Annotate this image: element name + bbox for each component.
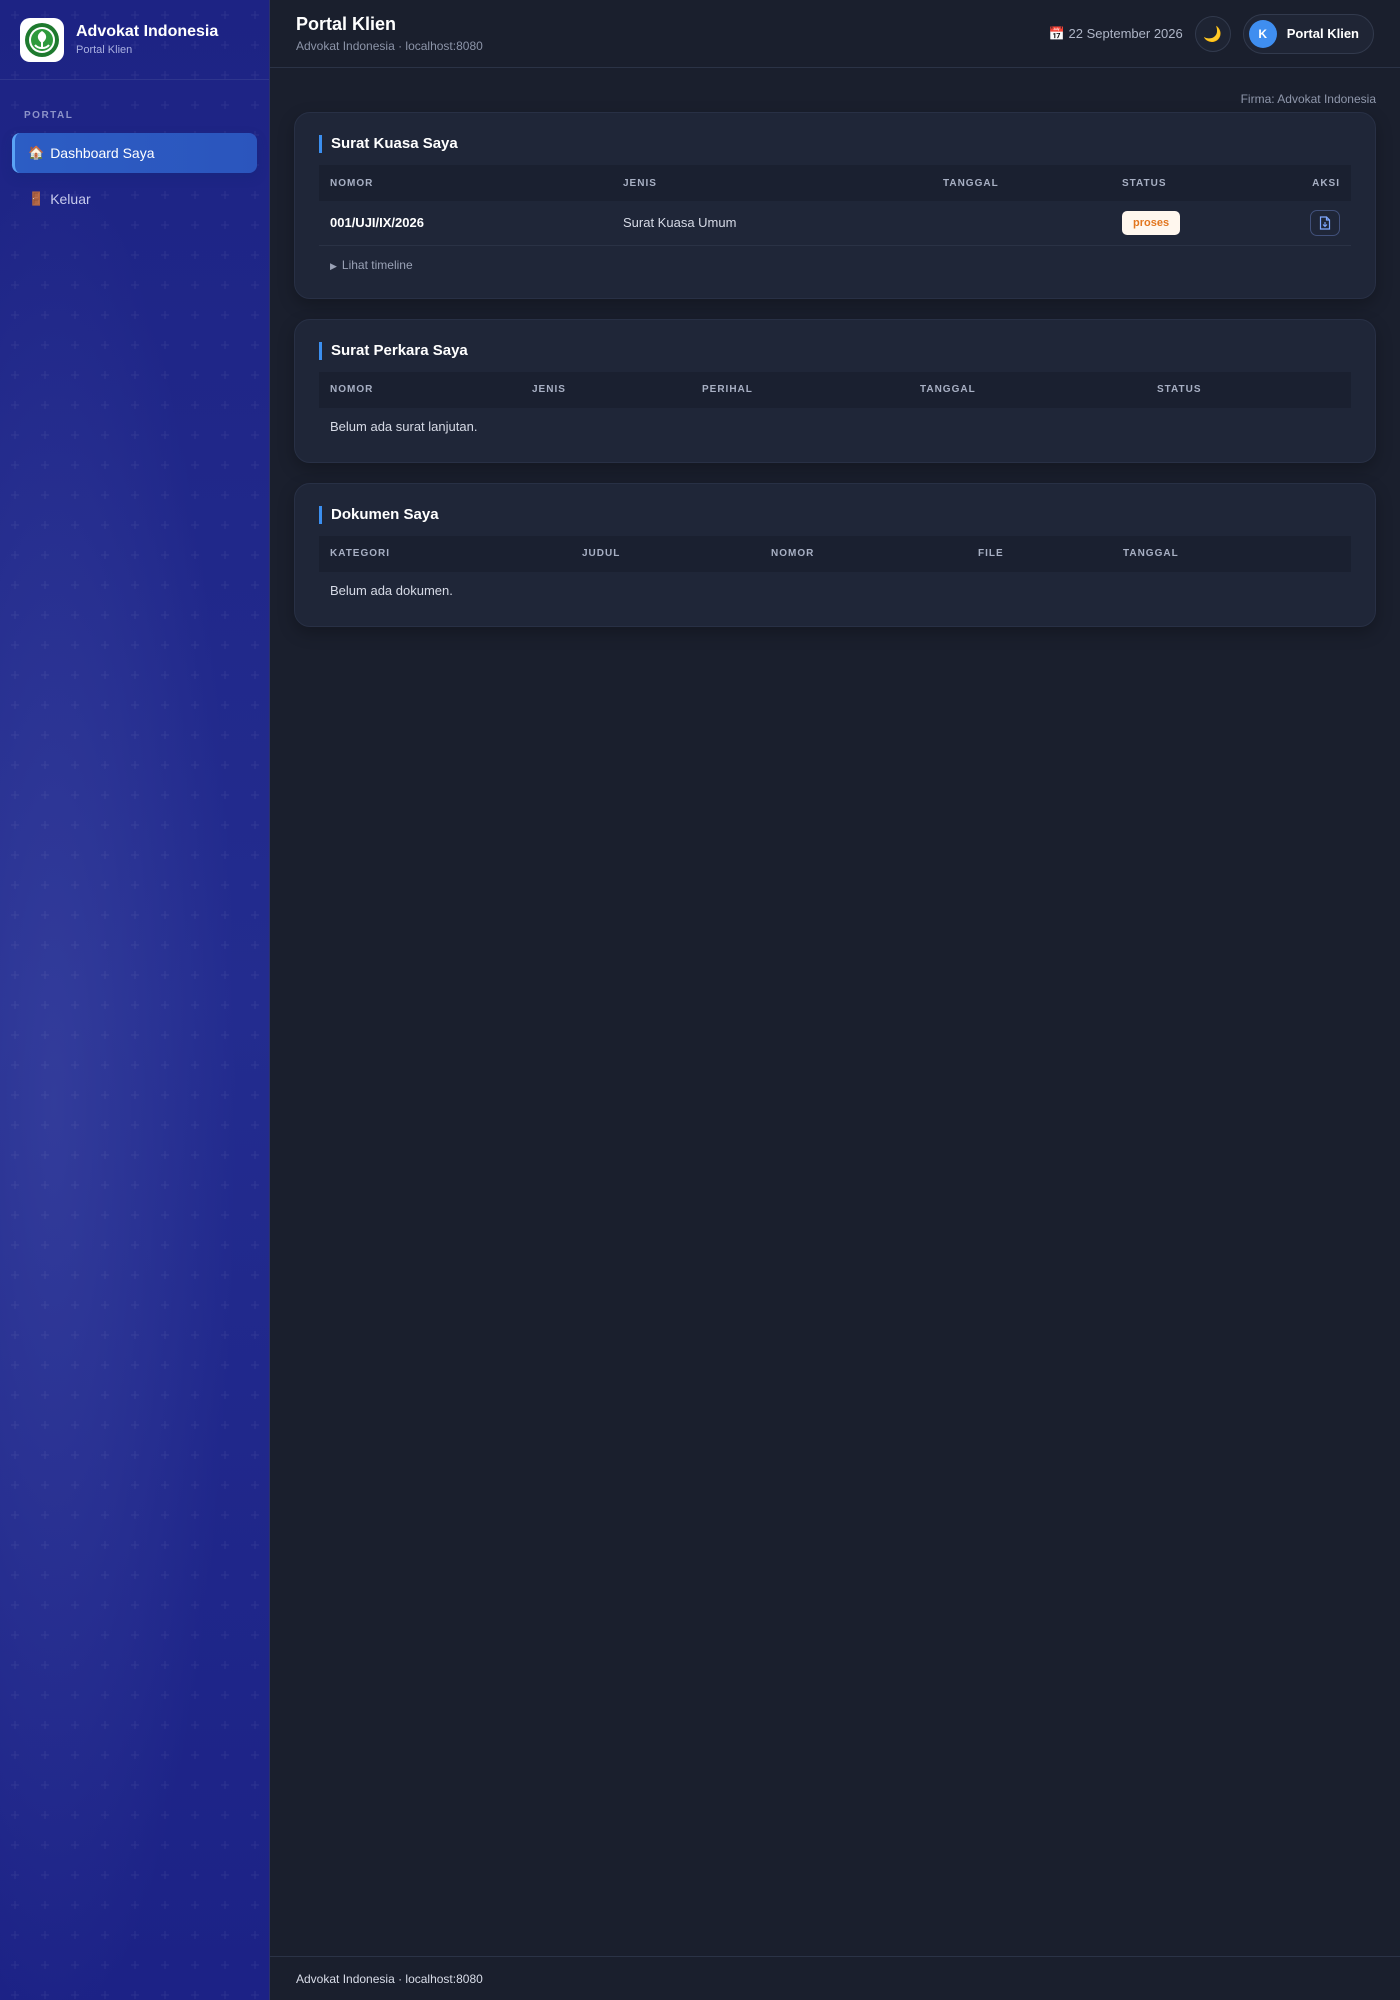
footer-text: Advokat Indonesia · localhost:8080 bbox=[296, 1971, 483, 1986]
section-title: Dokumen Saya bbox=[319, 505, 1351, 524]
calendar-icon: 📅 bbox=[1048, 25, 1065, 41]
column-header: KATEGORI bbox=[319, 535, 571, 572]
page-subtitle: Advokat Indonesia · localhost:8080 bbox=[296, 39, 483, 53]
user-menu-button[interactable]: K Portal Klien bbox=[1242, 13, 1374, 54]
main-content: Portal Klien Advokat Indonesia · localho… bbox=[270, 0, 1400, 2000]
current-date: 📅 22 September 2026 bbox=[1049, 26, 1183, 42]
dokumen-card: Dokumen Saya KATEGORI JUDUL NOMOR FILE T… bbox=[294, 482, 1376, 627]
date-text: 22 September 2026 bbox=[1068, 25, 1183, 41]
sidebar-item-logout[interactable]: 🚪 Keluar bbox=[12, 179, 257, 219]
cell-tanggal bbox=[932, 201, 1111, 246]
column-header: NOMOR bbox=[319, 165, 612, 201]
dokumen-table: KATEGORI JUDUL NOMOR FILE TANGGAL bbox=[319, 535, 1351, 572]
brand-subtitle: Portal Klien bbox=[76, 44, 133, 56]
cell-status: proses bbox=[1111, 201, 1261, 246]
timeline-label: Lihat timeline bbox=[341, 257, 413, 272]
firm-label: Firma: Advokat Indonesia bbox=[1240, 92, 1376, 106]
sidebar-item-label: Keluar bbox=[50, 191, 91, 207]
nav-section-label: PORTAL bbox=[24, 110, 74, 121]
view-document-button[interactable] bbox=[1310, 209, 1340, 236]
section-title: Surat Perkara Saya bbox=[319, 341, 1351, 360]
topbar: Portal Klien Advokat Indonesia · localho… bbox=[270, 0, 1400, 68]
table-header-row: NOMOR JENIS PERIHAL TANGGAL STATUS bbox=[319, 371, 1351, 408]
theme-toggle-button[interactable]: 🌙 bbox=[1194, 15, 1231, 52]
avatar: K bbox=[1248, 19, 1277, 48]
surat-perkara-table: NOMOR JENIS PERIHAL TANGGAL STATUS bbox=[319, 371, 1351, 408]
empty-state: Belum ada surat lanjutan. bbox=[330, 418, 478, 434]
table-header-row: NOMOR JENIS TANGGAL STATUS AKSI bbox=[319, 165, 1351, 201]
column-header: JENIS bbox=[612, 165, 932, 201]
document-icon bbox=[1319, 216, 1331, 230]
sidebar-pattern bbox=[0, 0, 269, 2000]
cell-jenis: Surat Kuasa Umum bbox=[612, 201, 932, 246]
sidebar: Advokat Indonesia Portal Klien PORTAL 🏠 … bbox=[0, 0, 270, 2000]
column-header: TANGGAL bbox=[932, 165, 1111, 201]
column-header: STATUS bbox=[1146, 371, 1351, 408]
status-badge: proses bbox=[1122, 210, 1181, 235]
caret-right-icon: ▶ bbox=[330, 260, 337, 271]
column-header: NOMOR bbox=[319, 371, 521, 408]
moon-icon: 🌙 bbox=[1203, 25, 1223, 43]
sidebar-item-dashboard[interactable]: 🏠 Dashboard Saya bbox=[12, 133, 257, 173]
emblem-icon bbox=[25, 22, 59, 57]
table-header-row: KATEGORI JUDUL NOMOR FILE TANGGAL bbox=[319, 535, 1351, 572]
surat-kuasa-table: NOMOR JENIS TANGGAL STATUS AKSI 001/UJI/… bbox=[319, 165, 1351, 246]
brand-logo bbox=[20, 17, 64, 62]
column-header: TANGGAL bbox=[1112, 535, 1351, 572]
door-icon: 🚪 bbox=[28, 191, 45, 206]
table-row: 001/UJI/IX/2026 Surat Kuasa Umum proses bbox=[319, 201, 1351, 246]
cell-aksi bbox=[1261, 201, 1351, 246]
cell-nomor: 001/UJI/IX/2026 bbox=[319, 201, 612, 246]
column-header: NOMOR bbox=[760, 535, 967, 572]
column-header: TANGGAL bbox=[909, 371, 1146, 408]
page-title: Portal Klien bbox=[296, 14, 397, 34]
empty-state: Belum ada dokumen. bbox=[330, 582, 453, 598]
column-header: AKSI bbox=[1261, 165, 1351, 201]
surat-perkara-card: Surat Perkara Saya NOMOR JENIS PERIHAL T… bbox=[294, 318, 1376, 463]
timeline-toggle[interactable]: ▶ Lihat timeline bbox=[319, 246, 1351, 278]
column-header: JUDUL bbox=[571, 535, 760, 572]
column-header: STATUS bbox=[1111, 165, 1261, 201]
sidebar-item-label: Dashboard Saya bbox=[50, 145, 155, 161]
column-header: FILE bbox=[967, 535, 1112, 572]
column-header: PERIHAL bbox=[691, 371, 909, 408]
brand[interactable]: Advokat Indonesia Portal Klien bbox=[0, 0, 269, 80]
surat-kuasa-card: Surat Kuasa Saya NOMOR JENIS TANGGAL STA… bbox=[294, 112, 1376, 299]
footer: Advokat Indonesia · localhost:8080 bbox=[270, 1956, 1400, 2000]
user-name: Portal Klien bbox=[1286, 26, 1359, 41]
brand-title: Advokat Indonesia bbox=[76, 23, 219, 40]
column-header: JENIS bbox=[521, 371, 691, 408]
home-icon: 🏠 bbox=[28, 145, 45, 160]
section-title: Surat Kuasa Saya bbox=[319, 135, 1351, 153]
